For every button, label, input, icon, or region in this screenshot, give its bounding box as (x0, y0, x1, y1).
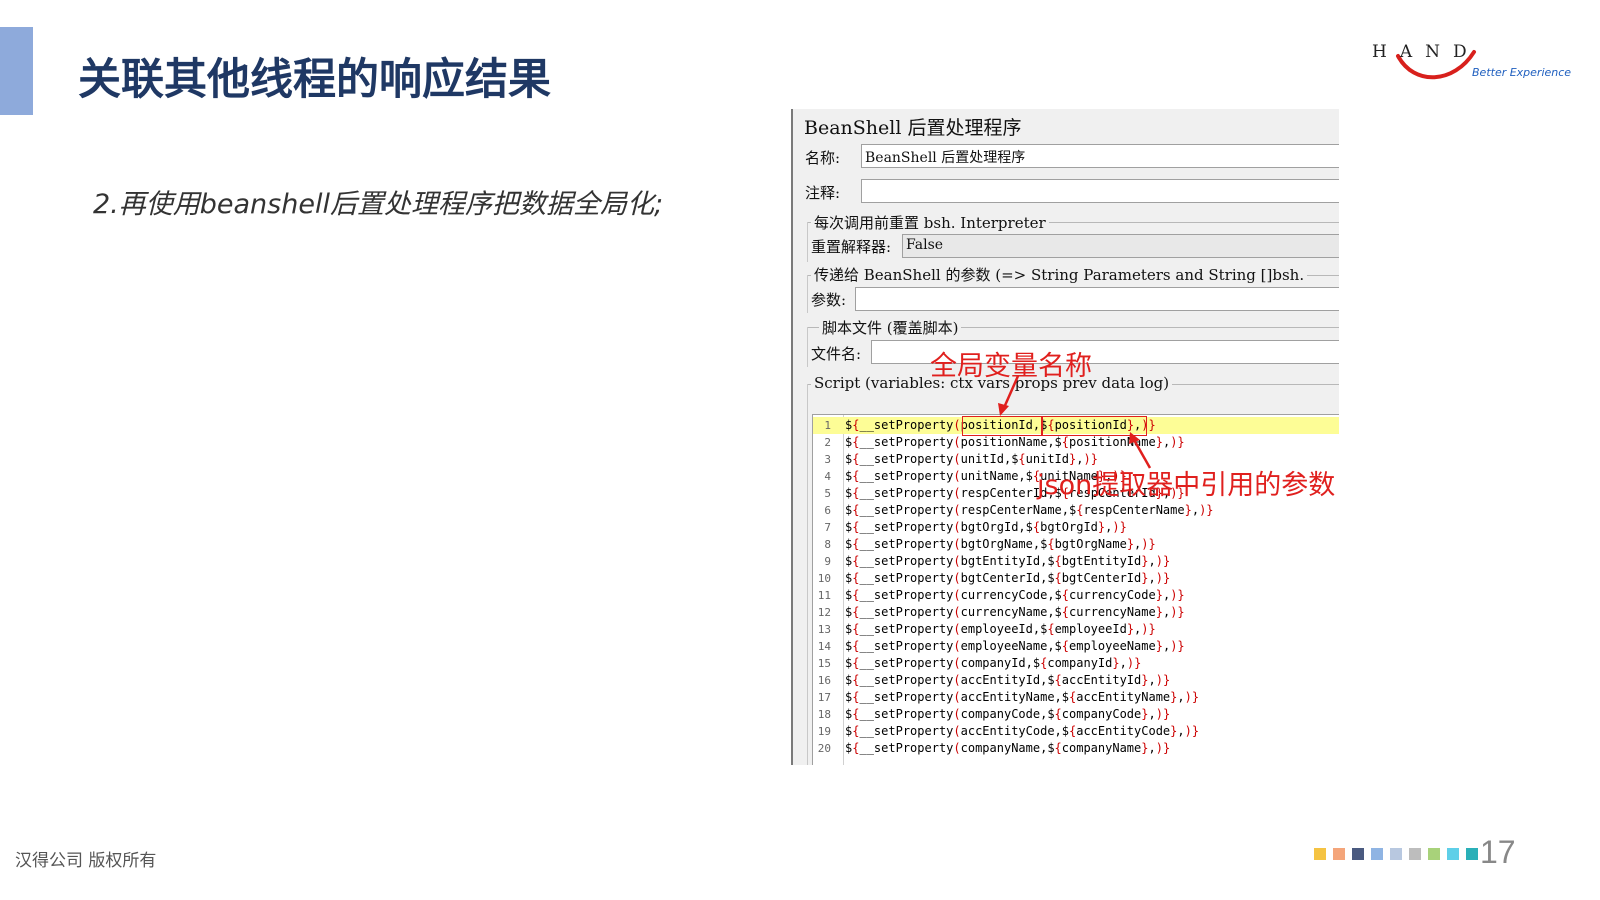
footer-dot (1314, 848, 1326, 860)
script-line[interactable]: 13 ${__setProperty(employeeId,${employeeI… (813, 621, 1339, 638)
script-code: ${__setProperty(employeeId,${employeeId}… (845, 622, 1156, 636)
script-code: ${__setProperty(accEntityCode,${accEntit… (845, 724, 1200, 738)
footer-dot (1428, 848, 1440, 860)
script-code: ${__setProperty(currencyName,${currencyN… (845, 605, 1185, 619)
line-number: 4 (824, 470, 831, 483)
script-code: ${__setProperty(companyId,${companyId},)… (845, 656, 1142, 670)
reset-group-box (807, 222, 808, 262)
beanshell-panel: BeanShell 后置处理程序 名称: BeanShell 后置处理程序 注释… (791, 109, 1339, 765)
script-line[interactable]: 18 ${__setProperty(companyCode,${companyC… (813, 706, 1339, 723)
line-number: 20 (817, 742, 831, 755)
script-code: ${__setProperty(positionName,${positionN… (845, 435, 1185, 449)
footer-dot (1371, 848, 1383, 860)
footer-dot (1352, 848, 1364, 860)
script-line[interactable]: 11 ${__setProperty(currencyCode,${currenc… (813, 587, 1339, 604)
line-number: 2 (824, 436, 831, 449)
script-line[interactable]: 14 ${__setProperty(employeeName,${employe… (813, 638, 1339, 655)
footer-dot (1333, 848, 1345, 860)
line-number: 8 (824, 538, 831, 551)
params-group-legend: 传递给 BeanShell 的参数 (=> String Parameters … (811, 264, 1308, 285)
line-number: 14 (817, 640, 831, 653)
script-line[interactable]: 19 ${__setProperty(accEntityCode,${accEnt… (813, 723, 1339, 740)
line-number: 9 (824, 555, 831, 568)
script-code: ${__setProperty(accEntityName,${accEntit… (845, 690, 1200, 704)
script-code: ${__setProperty(employeeName,${employeeN… (845, 639, 1185, 653)
script-line[interactable]: 7 ${__setProperty(bgtOrgId,${bgtOrgId},)} (813, 519, 1339, 536)
page-number: 17 (1480, 834, 1516, 870)
script-line[interactable]: 10 ${__setProperty(bgtCenterId,${bgtCente… (813, 570, 1339, 587)
accent-bar (0, 27, 33, 115)
script-line[interactable]: 20 ${__setProperty(companyName,${companyN… (813, 740, 1339, 757)
script-code: ${__setProperty(currencyCode,${currencyC… (845, 588, 1185, 602)
script-line[interactable]: 16 ${__setProperty(accEntityId,${accEntit… (813, 672, 1339, 689)
script-code: ${__setProperty(accEntityId,${accEntityI… (845, 673, 1171, 687)
script-group-box (807, 384, 808, 765)
logo-text: HAND (1372, 42, 1480, 62)
panel-title: BeanShell 后置处理程序 (804, 117, 1022, 139)
line-number: 17 (817, 691, 831, 704)
comment-field[interactable] (861, 179, 1339, 203)
line-number: 12 (817, 606, 831, 619)
file-group-box (807, 327, 808, 367)
script-code: ${__setProperty(bgtOrgId,${bgtOrgId},)} (845, 520, 1127, 534)
copyright-text: 汉得公司 版权所有 (15, 851, 157, 871)
script-line[interactable]: 12 ${__setProperty(currencyName,${currenc… (813, 604, 1339, 621)
line-number: 5 (824, 487, 831, 500)
script-code: ${__setProperty(bgtCenterId,${bgtCenterI… (845, 571, 1171, 585)
script-code: ${__setProperty(companyCode,${companyCod… (845, 707, 1171, 721)
comment-label: 注释: (805, 184, 841, 202)
script-code: ${__setProperty(respCenterName,${respCen… (845, 503, 1214, 517)
slide-subtitle: 2.再使用beanshell后置处理程序把数据全局化; (93, 189, 664, 220)
footer-dot (1409, 848, 1421, 860)
footer-dot (1447, 848, 1459, 860)
script-line[interactable]: 8 ${__setProperty(bgtOrgName,${bgtOrgName… (813, 536, 1339, 553)
reset-label: 重置解释器: (811, 238, 892, 256)
file-group-legend: 脚本文件 (覆盖脚本) (819, 317, 962, 338)
line-number: 15 (817, 657, 831, 670)
script-line[interactable]: 6 ${__setProperty(respCenterName,${respCe… (813, 502, 1339, 519)
line-number: 13 (817, 623, 831, 636)
params-group-box (807, 275, 808, 313)
script-line[interactable]: 2 ${__setProperty(positionName,${position… (813, 434, 1339, 451)
json-param-highlight-box (1041, 416, 1147, 436)
footer-dot (1466, 848, 1478, 860)
logo-tagline: Better Experience (1472, 66, 1572, 79)
reset-interpreter-select[interactable]: False (902, 234, 1339, 258)
line-number: 1 (824, 419, 831, 432)
script-line[interactable]: 9 ${__setProperty(bgtEntityId,${bgtEntity… (813, 553, 1339, 570)
params-label: 参数: (811, 291, 847, 309)
line-number: 7 (824, 521, 831, 534)
line-number: 18 (817, 708, 831, 721)
reset-group-legend: 每次调用前重置 bsh. Interpreter (811, 212, 1049, 233)
json-param-annotation: json提取器中引用的参数 (1037, 470, 1336, 501)
line-number: 11 (817, 589, 831, 602)
global-var-highlight-box (962, 416, 1043, 436)
hand-logo: HAND Better Experience (1372, 40, 1572, 88)
script-code: ${__setProperty(bgtOrgName,${bgtOrgName}… (845, 537, 1156, 551)
name-field[interactable]: BeanShell 后置处理程序 (861, 144, 1339, 168)
line-number: 16 (817, 674, 831, 687)
script-line[interactable]: 17 ${__setProperty(accEntityName,${accEnt… (813, 689, 1339, 706)
line-number: 19 (817, 725, 831, 738)
slide-title: 关联其他线程的响应结果 (78, 55, 551, 105)
script-code: ${__setProperty(companyName,${companyNam… (845, 741, 1171, 755)
script-line[interactable]: 15 ${__setProperty(companyId,${companyId}… (813, 655, 1339, 672)
line-number: 3 (824, 453, 831, 466)
global-var-annotation: 全局变量名称 (930, 351, 1092, 382)
name-label: 名称: (805, 149, 841, 167)
script-code: ${__setProperty(bgtEntityId,${bgtEntityI… (845, 554, 1171, 568)
file-label: 文件名: (811, 345, 862, 363)
footer-dot (1390, 848, 1402, 860)
line-number: 6 (824, 504, 831, 517)
line-number: 10 (817, 572, 831, 585)
params-field[interactable] (855, 287, 1339, 311)
